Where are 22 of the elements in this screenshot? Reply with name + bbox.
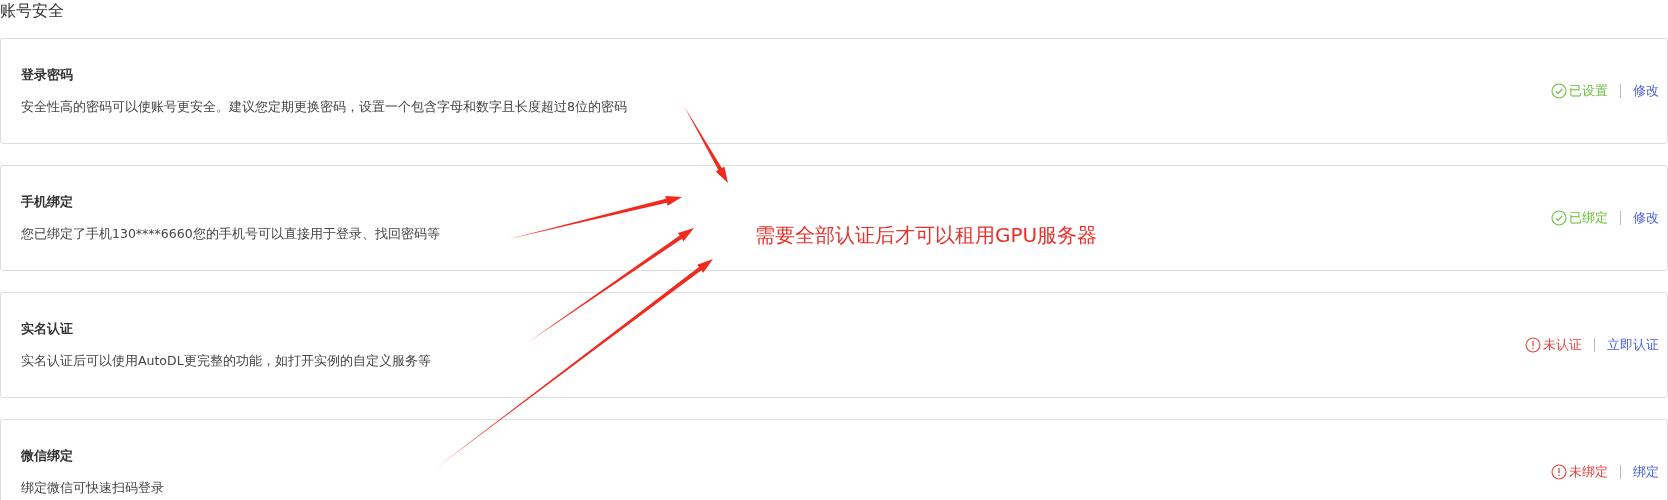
card-title: 手机绑定 <box>21 193 74 211</box>
card-title: 实名认证 <box>21 320 74 338</box>
card-title: 微信绑定 <box>21 447 74 465</box>
status-label: 未绑定 <box>1569 463 1608 481</box>
status-label: 已绑定 <box>1569 209 1608 227</box>
check-circle-icon <box>1551 83 1567 99</box>
check-circle-icon <box>1551 210 1567 226</box>
action-link[interactable]: 修改 <box>1633 82 1659 100</box>
card-description: 实名认证后可以使用AutoDL更完整的功能，如打开实例的自定义服务等 <box>21 352 431 370</box>
alert-circle-icon <box>1551 464 1567 480</box>
action-link[interactable]: 修改 <box>1633 209 1659 227</box>
annotation-text: 需要全部认证后才可以租用GPU服务器 <box>755 222 1098 249</box>
card-description: 绑定微信可快速扫码登录 <box>21 479 164 497</box>
card-title: 登录密码 <box>21 66 74 84</box>
action-link[interactable]: 立即认证 <box>1607 336 1659 354</box>
card-description: 您已绑定了手机130****6660您的手机号可以直接用于登录、找回密码等 <box>21 225 440 243</box>
alert-circle-icon <box>1525 337 1541 353</box>
page-title: 账号安全 <box>0 0 65 22</box>
status-label: 已设置 <box>1569 82 1608 100</box>
card-description: 安全性高的密码可以使账号更安全。建议您定期更换密码，设置一个包含字母和数字且长度超过8位的密码 <box>21 98 627 116</box>
status-label: 未认证 <box>1543 336 1582 354</box>
action-link[interactable]: 绑定 <box>1633 463 1659 481</box>
